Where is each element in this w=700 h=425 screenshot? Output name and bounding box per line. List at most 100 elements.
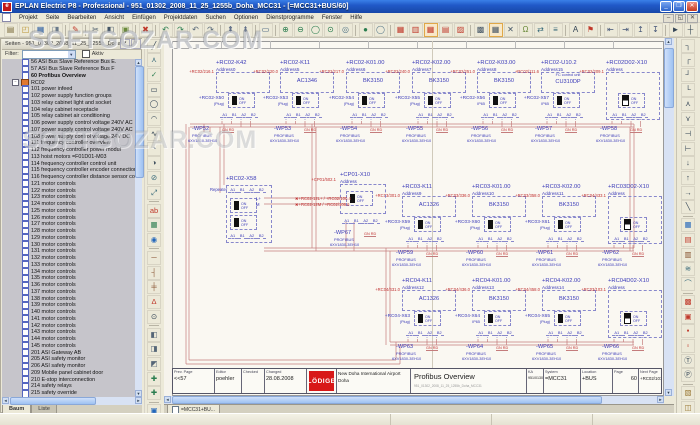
canvas-vertical-scrollbar[interactable]: ▲ ▼ — [664, 38, 674, 396]
onoff-switch[interactable]: ONOFF — [620, 217, 647, 232]
onoff-switch[interactable]: ONOFF — [484, 217, 511, 232]
close-button[interactable]: ✕ — [686, 1, 698, 12]
panel-close-icon[interactable]: ✕ — [131, 39, 141, 49]
onoff-switch[interactable]: ONOFF — [484, 311, 511, 326]
onoff-switch[interactable]: ONOFF — [230, 215, 257, 230]
undo-list-icon[interactable]: ↶ — [189, 23, 203, 37]
connection-1-icon[interactable]: ─ — [147, 251, 161, 265]
window-icon[interactable]: ▭ — [259, 23, 273, 37]
pan-icon[interactable]: ● — [359, 23, 373, 37]
scroll-up-icon[interactable]: ▲ — [665, 38, 672, 45]
text-icon[interactable]: ab — [147, 204, 161, 218]
image-icon[interactable]: ▦ — [147, 218, 161, 232]
canvas-horizontal-scrollbar[interactable]: ◄ ► — [164, 396, 664, 404]
snap-grid-icon[interactable]: ▩ — [474, 23, 488, 37]
snap-on-icon[interactable]: ▦ — [489, 23, 503, 37]
align-bottom-icon[interactable]: ↧ — [649, 23, 663, 37]
scroll-down-icon[interactable]: ▼ — [665, 389, 672, 396]
hyperlink-icon[interactable]: ◉ — [147, 233, 161, 247]
scroll-right-icon[interactable]: ► — [657, 396, 664, 403]
device-box-icon[interactable]: ▣ — [681, 310, 695, 324]
menu-einfügen[interactable]: Einfügen — [128, 15, 160, 21]
copy-icon[interactable]: ◧ — [104, 23, 118, 37]
curve-tool-icon[interactable]: ∿ — [147, 127, 161, 141]
onoff-switch[interactable]: ONOFF — [620, 311, 647, 326]
terminal-icon[interactable]: Ⓣ — [681, 354, 695, 368]
sector-tool-icon[interactable]: ◔ — [147, 142, 161, 156]
plug-icon[interactable]: Ⓟ — [681, 368, 695, 382]
cut-icon[interactable]: ✂ — [89, 23, 103, 37]
edit-pen-icon[interactable]: ✎ — [69, 23, 83, 37]
open-project-icon[interactable]: ◰ — [19, 23, 33, 37]
paste-graphic-icon[interactable]: ◨ — [147, 342, 161, 356]
stamp-green2-icon[interactable]: ✚ — [147, 386, 161, 400]
stamp-green-icon[interactable]: ✚ — [147, 372, 161, 386]
align-top-icon[interactable]: ↥ — [634, 23, 648, 37]
tree-horizontal-scrollbar[interactable]: ◄ ► — [2, 397, 142, 405]
menu-hilfe[interactable]: Hilfe — [346, 15, 366, 21]
scrollbar-thumb[interactable] — [664, 48, 674, 108]
angle-dim-icon[interactable]: ⊙ — [147, 310, 161, 324]
flag-icon[interactable]: ⚑ — [584, 23, 598, 37]
menu-projekt[interactable]: Projekt — [15, 15, 42, 21]
tree-page-item[interactable]: 215 safety override — [2, 390, 135, 397]
menu-suchen[interactable]: Suchen — [201, 15, 229, 21]
filter-active-checkbox[interactable] — [82, 50, 90, 58]
panel-dropdown-icon[interactable]: ▾ — [120, 39, 130, 49]
slash-icon[interactable]: ╲ — [681, 200, 695, 214]
menu-ansicht[interactable]: Ansicht — [100, 15, 128, 21]
close-project-icon[interactable]: ◨ — [49, 23, 63, 37]
stretch-tool-icon[interactable]: ⤢ — [147, 186, 161, 200]
select-icon[interactable]: ► — [669, 23, 683, 37]
mdi-close-button[interactable]: ✕ — [687, 14, 698, 23]
mdi-minimize-button[interactable]: – — [663, 14, 674, 23]
grid-5-icon[interactable]: ▨ — [454, 23, 468, 37]
zoom-out-icon[interactable]: ⊖ — [294, 23, 308, 37]
minimize-button[interactable]: _ — [660, 1, 672, 12]
save-icon[interactable]: ▦ — [34, 23, 48, 37]
tree-vertical-scrollbar[interactable]: ▲ ▼ — [135, 59, 142, 397]
corner-dr-icon[interactable]: ┌ — [681, 53, 695, 67]
zoom-in-icon[interactable]: ⊕ — [279, 23, 293, 37]
settings-icon[interactable]: ▧ — [681, 386, 695, 400]
menu-bearbeiten[interactable]: Bearbeiten — [63, 15, 100, 21]
page-back-icon[interactable]: ⇞ — [224, 23, 238, 37]
rectangle-tool-icon[interactable]: ▭ — [147, 83, 161, 97]
zoom-previous-icon[interactable]: ◎ — [339, 23, 353, 37]
swap-icon[interactable]: ⇄ — [534, 23, 548, 37]
tree-expand-icon[interactable]: − — [12, 79, 19, 86]
text-tool-icon[interactable]: A — [569, 23, 583, 37]
grid-2-icon[interactable]: ▥ — [409, 23, 423, 37]
potential-icon[interactable]: ▤ — [681, 233, 695, 247]
restore-button[interactable]: ❐ — [673, 1, 685, 12]
cable-icon[interactable]: ≋ — [681, 262, 695, 276]
page-forward-icon[interactable]: ⇟ — [239, 23, 253, 37]
undo-icon[interactable]: ↶ — [159, 23, 173, 37]
onoff-switch[interactable]: ONOFF — [554, 217, 581, 232]
onoff-switch[interactable]: ONOFF — [618, 93, 645, 108]
t-node-right-icon[interactable]: ⊢ — [681, 142, 695, 156]
menu-optionen[interactable]: Optionen — [230, 15, 262, 21]
filter-combobox[interactable]: ▼ — [22, 50, 76, 59]
grid-1-icon[interactable]: ▦ — [394, 23, 408, 37]
copy-graphic-icon[interactable]: ◧ — [147, 328, 161, 342]
connection-2-icon[interactable]: ┤ — [147, 266, 161, 280]
structure-box-icon[interactable]: ▫ — [681, 339, 695, 353]
plc-box-icon[interactable]: ▩ — [681, 295, 695, 309]
redraw-icon[interactable]: ◯ — [374, 23, 388, 37]
corner-ur-icon[interactable]: └ — [681, 83, 695, 97]
onoff-switch[interactable]: ONOFF — [554, 311, 581, 326]
menu-dienstprogramme[interactable]: Dienstprogramme — [262, 15, 318, 21]
delete-icon[interactable]: ✖ — [139, 23, 153, 37]
t-node-down-icon[interactable]: ⋏ — [681, 97, 695, 111]
paste-icon[interactable]: ▣ — [119, 23, 133, 37]
menu-fenster[interactable]: Fenster — [318, 15, 346, 21]
t-node-icon[interactable]: ⋏ — [147, 53, 161, 67]
corner-ul-icon[interactable]: ┘ — [681, 68, 695, 82]
interruption-point-icon[interactable]: ▦ — [681, 218, 695, 232]
dimension-icon[interactable]: Δ — [147, 295, 161, 309]
menu-projektdaten[interactable]: Projektdaten — [160, 15, 202, 21]
crosshair-icon[interactable]: ┼ — [684, 23, 698, 37]
snap-off-icon[interactable]: ✕ — [504, 23, 518, 37]
t-node-left-icon[interactable]: ⊣ — [681, 127, 695, 141]
